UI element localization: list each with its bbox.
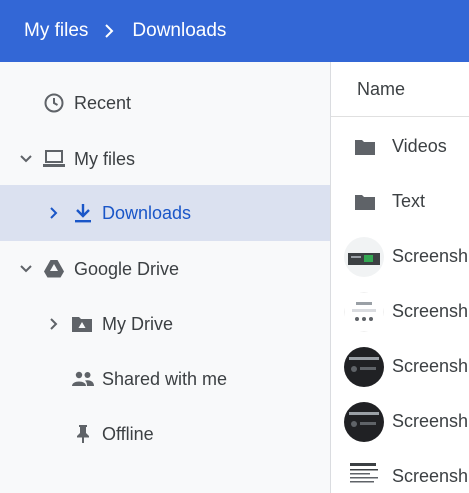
sidebar-item-offline[interactable]: Offline [0, 406, 330, 462]
drive-icon [43, 258, 65, 280]
file-row-videos[interactable]: Videos [331, 119, 469, 174]
sidebar-item-my-files[interactable]: My files [0, 131, 330, 187]
breadcrumb: My files Downloads [0, 0, 469, 62]
chevron-down-icon[interactable] [18, 151, 34, 167]
screenshot-thumbnail [344, 236, 384, 277]
file-name: Videos [392, 136, 447, 156]
screenshot-thumbnail [344, 346, 384, 387]
file-row-screenshot[interactable]: Screensh [331, 229, 469, 284]
sidebar: Recent My files Downloads Google Drive M… [0, 62, 330, 493]
drive-folder-icon [71, 313, 93, 335]
file-row-screenshot[interactable]: Screensh [331, 449, 469, 493]
file-name: Screensh [392, 301, 469, 321]
file-row-screenshot[interactable]: Screensh [331, 284, 469, 339]
folder-icon [353, 190, 377, 214]
file-row-text[interactable]: Text [331, 174, 469, 229]
people-icon [72, 368, 94, 390]
breadcrumb-my-files[interactable]: My files [24, 20, 88, 42]
laptop-icon [43, 148, 65, 170]
sidebar-item-label: Recent [74, 92, 132, 113]
screenshot-thumbnail [344, 291, 384, 332]
file-row-screenshot[interactable]: Screensh [331, 394, 469, 449]
sidebar-item-label: Google Drive [74, 258, 180, 279]
sidebar-item-label: Downloads [102, 202, 192, 223]
screenshot-thumbnail [344, 401, 384, 442]
column-header-label: Name [357, 78, 406, 99]
file-name: Screensh [392, 356, 469, 376]
sidebar-item-my-drive[interactable]: My Drive [0, 296, 330, 352]
file-name: Text [392, 191, 426, 211]
screenshot-thumbnail [344, 456, 384, 493]
sidebar-item-downloads[interactable]: Downloads [0, 185, 330, 241]
sidebar-item-label: My Drive [102, 313, 173, 334]
file-name: Screensh [392, 466, 469, 486]
breadcrumb-downloads[interactable]: Downloads [132, 20, 226, 42]
column-header-name[interactable]: Name [331, 62, 469, 117]
chevron-right-icon [104, 24, 114, 38]
sidebar-item-recent[interactable]: Recent [0, 75, 330, 131]
chevron-right-icon[interactable] [46, 205, 62, 221]
sidebar-item-label: My files [74, 148, 136, 169]
sidebar-item-shared-with-me[interactable]: Shared with me [0, 351, 330, 407]
clock-icon [43, 92, 65, 114]
pin-icon [72, 423, 94, 445]
download-icon [72, 202, 94, 224]
folder-icon [353, 135, 377, 159]
file-name: Screensh [392, 411, 469, 431]
sidebar-item-label: Shared with me [102, 368, 228, 389]
file-row-screenshot[interactable]: Screensh [331, 339, 469, 394]
sidebar-item-label: Offline [102, 423, 154, 444]
sidebar-item-google-drive[interactable]: Google Drive [0, 241, 330, 297]
file-name: Screensh [392, 246, 469, 266]
chevron-down-icon[interactable] [18, 261, 34, 277]
chevron-right-icon[interactable] [46, 316, 62, 332]
file-list: Name Videos Text Screensh Screensh Scree… [331, 62, 469, 493]
